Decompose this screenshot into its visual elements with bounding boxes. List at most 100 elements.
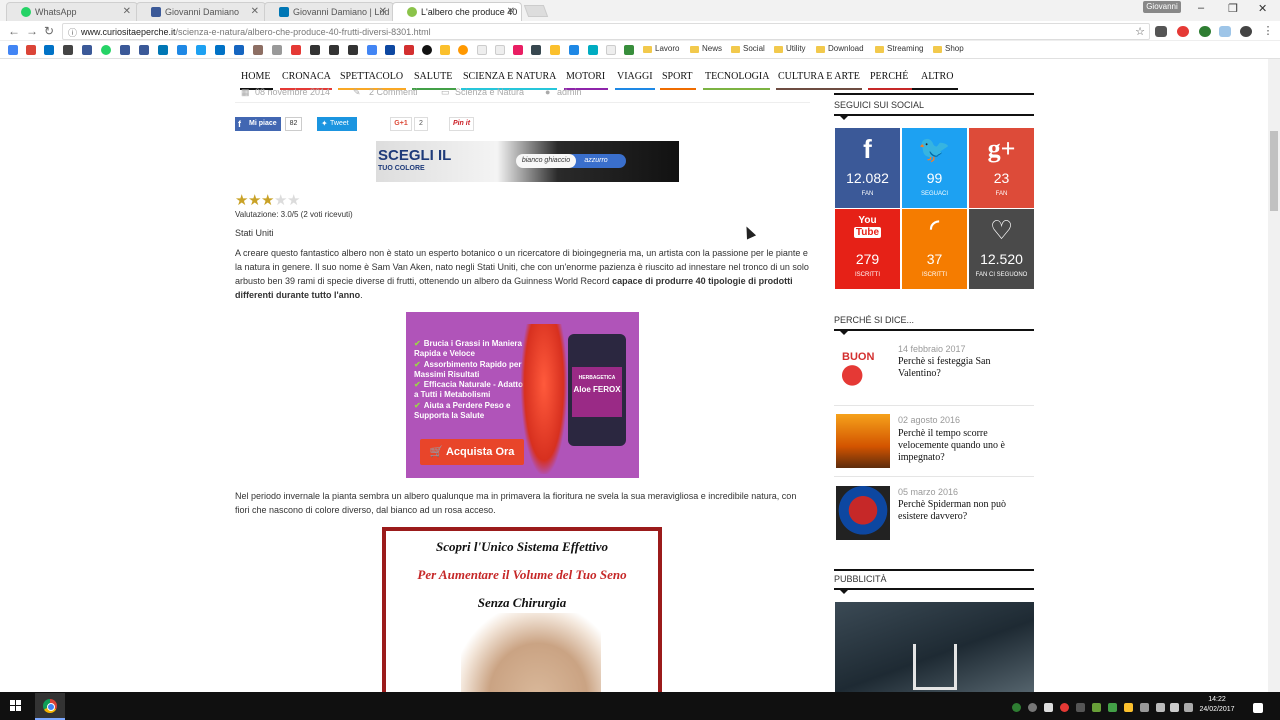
nav-motori[interactable]: MOTORI xyxy=(566,71,605,82)
nav-home[interactable]: HOME xyxy=(241,71,270,82)
star-filled-icon[interactable]: ★ xyxy=(248,191,261,209)
twitter-tile[interactable]: 🐦 99 SEGUACI xyxy=(902,128,967,208)
nav-altro[interactable]: ALTRO xyxy=(921,71,953,82)
facebook-bookmark-icon[interactable] xyxy=(82,45,92,55)
amazon-bookmark-icon[interactable] xyxy=(348,45,358,55)
star-filled-icon[interactable]: ★ xyxy=(235,191,248,209)
minimize-icon[interactable]: – xyxy=(1198,2,1204,14)
reload-icon[interactable]: ↻ xyxy=(44,24,54,38)
linkedin-bookmark-icon[interactable] xyxy=(158,45,168,55)
youtube-tile[interactable]: You Tube 279 ISCRITTI xyxy=(835,209,900,289)
notifications-icon[interactable] xyxy=(1253,703,1263,713)
close-icon[interactable]: ✕ xyxy=(507,6,515,17)
followers-tile[interactable]: ♡ 12.520 FAN CI SEGUONO xyxy=(969,209,1034,289)
tray-green-icon[interactable] xyxy=(1012,703,1021,712)
whatsapp-bookmark-icon[interactable] xyxy=(101,45,111,55)
bookmark-star-icon[interactable]: ☆ xyxy=(1135,25,1145,38)
tab-facebook[interactable]: Giovanni Damiano ✕ xyxy=(136,2,266,21)
bookmark-icon[interactable] xyxy=(404,45,414,55)
article-category[interactable]: Scienza e Natura xyxy=(455,87,524,97)
bookmark-icon[interactable] xyxy=(215,45,225,55)
acquista-ora-button[interactable]: 🛒 Acquista Ora xyxy=(420,439,524,465)
amazon-bookmark-icon[interactable] xyxy=(329,45,339,55)
back-icon[interactable]: ← xyxy=(8,24,20,38)
nav-viaggi[interactable]: VIAGGI xyxy=(617,71,653,82)
tab-article[interactable]: L'albero che produce 40 ✕ xyxy=(392,2,522,21)
tab-whatsapp[interactable]: WhatsApp ✕ xyxy=(6,2,138,21)
document-bookmark-icon[interactable] xyxy=(606,45,616,55)
post-thumbnail[interactable] xyxy=(836,414,890,468)
bookmark-icon[interactable] xyxy=(385,45,395,55)
star-empty-icon[interactable]: ★ xyxy=(287,191,300,209)
maps-bookmark-icon[interactable] xyxy=(458,45,468,55)
scrollbar-thumb[interactable] xyxy=(1270,131,1278,211)
google-bookmark-icon[interactable] xyxy=(8,45,18,55)
extension-record-icon[interactable] xyxy=(1240,26,1252,37)
tray-network-icon[interactable] xyxy=(1140,703,1149,712)
bookmark-icon[interactable] xyxy=(177,45,187,55)
nav-tecnologia[interactable]: TECNOLOGIA xyxy=(705,71,769,82)
chrome-taskbar-button[interactable] xyxy=(35,693,65,720)
bookmark-icon[interactable] xyxy=(253,45,263,55)
bookmark-icon[interactable] xyxy=(513,45,523,55)
twitter-bookmark-icon[interactable] xyxy=(196,45,206,55)
amazon-bookmark-icon[interactable] xyxy=(310,45,320,55)
document-bookmark-icon[interactable] xyxy=(495,45,505,55)
post-thumbnail[interactable] xyxy=(836,486,890,540)
star-filled-icon[interactable]: ★ xyxy=(261,191,274,209)
document-bookmark-icon[interactable] xyxy=(477,45,487,55)
close-icon[interactable]: ✕ xyxy=(123,6,131,17)
tab-linkedin[interactable]: Giovanni Damiano | Lud ✕ xyxy=(264,2,394,21)
bookmark-icon[interactable] xyxy=(291,45,301,55)
pinterest-button[interactable]: Pin it xyxy=(449,117,474,131)
rss-tile[interactable]: ◜ 37 ISCRITTI xyxy=(902,209,967,289)
facebook-like-button[interactable]: f Mi piace xyxy=(235,117,281,131)
sheets-bookmark-icon[interactable] xyxy=(624,45,634,55)
extension-mail-icon[interactable] xyxy=(1155,26,1167,37)
bookmark-icon[interactable] xyxy=(588,45,598,55)
tray-icon[interactable] xyxy=(1076,703,1085,712)
menu-icon[interactable]: ⋮ xyxy=(1262,26,1274,37)
tray-icon[interactable] xyxy=(1028,703,1037,712)
tray-icon[interactable] xyxy=(1092,703,1101,712)
facebook-tile[interactable]: f 12.082 FAN xyxy=(835,128,900,208)
taskbar-clock[interactable]: 14:22 24/02/2017 xyxy=(1196,695,1238,715)
forward-icon[interactable]: → xyxy=(26,24,38,38)
article-author[interactable]: admin xyxy=(557,87,582,97)
extension-cloud-icon[interactable] xyxy=(1219,26,1231,37)
bookmark-icon[interactable] xyxy=(531,45,541,55)
tray-volume-icon[interactable] xyxy=(1170,703,1179,712)
post-thumbnail[interactable]: BUON xyxy=(836,343,890,397)
article-comments[interactable]: 2 Commenti xyxy=(369,87,418,97)
nav-salute[interactable]: SALUTE xyxy=(414,71,452,82)
google-bookmark-icon[interactable] xyxy=(367,45,377,55)
banner-ad[interactable]: SCEGLI IL TUO COLORE azzurro bianco ghia… xyxy=(376,141,679,182)
nav-cultura-e-arte[interactable]: CULTURA E ARTE xyxy=(778,71,860,82)
facebook-bookmark-icon[interactable] xyxy=(120,45,130,55)
nav-scienza-e-natura[interactable]: SCIENZA E NATURA xyxy=(463,71,556,82)
nav-sport[interactable]: SPORT xyxy=(662,71,693,82)
new-tab-button[interactable] xyxy=(523,5,549,17)
address-bar[interactable]: ⓘ www.curiositaeperche.it/scienza-e-natu… xyxy=(62,23,1150,40)
googleplus-tile[interactable]: g+ 23 FAN xyxy=(969,128,1034,208)
tray-red-icon[interactable] xyxy=(1060,703,1069,712)
breast-ad[interactable]: Scopri l'Unico Sistema Effettivo Per Aum… xyxy=(382,527,662,697)
gplus-button[interactable]: G+1 xyxy=(390,117,412,131)
tray-cloud-icon[interactable] xyxy=(1156,703,1165,712)
close-icon[interactable]: ✕ xyxy=(379,6,387,17)
sidebar-ad-banner[interactable] xyxy=(835,602,1034,694)
extension-adblock-icon[interactable] xyxy=(1177,26,1189,37)
bookmark-folder-news[interactable]: News xyxy=(690,44,722,53)
bookmark-icon[interactable] xyxy=(272,45,282,55)
tweet-button[interactable]: ✦ Tweet xyxy=(317,117,357,131)
nav-spettacolo[interactable]: SPETTACOLO xyxy=(340,71,403,82)
tray-keyboard-icon[interactable] xyxy=(1184,703,1193,712)
tray-drive-icon[interactable] xyxy=(1124,703,1133,712)
tray-shield-icon[interactable] xyxy=(1044,703,1053,712)
facebook-bookmark-icon[interactable] xyxy=(139,45,149,55)
bookmark-folder-download[interactable]: Download xyxy=(816,44,864,53)
bookmark-icon[interactable] xyxy=(569,45,579,55)
post-title[interactable]: Perchè si festeggia San Valentino? xyxy=(898,356,1028,380)
maximize-icon[interactable]: ❐ xyxy=(1228,2,1238,15)
bookmark-folder-lavoro[interactable]: Lavoro xyxy=(643,44,679,53)
